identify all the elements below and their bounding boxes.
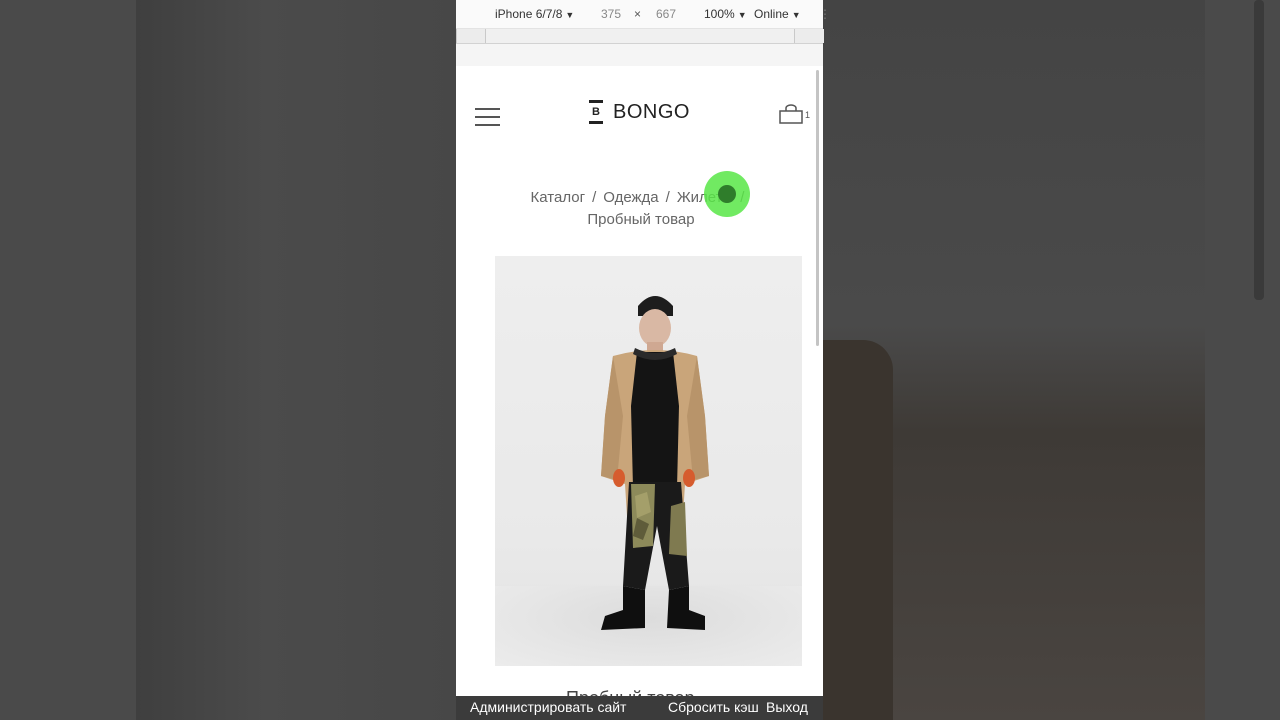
hamburger-menu-icon[interactable]: [475, 108, 501, 128]
outer-scrollbar[interactable]: [1254, 0, 1264, 300]
admin-site-button[interactable]: Администрировать сайт: [470, 699, 626, 715]
cart-button[interactable]: 1: [779, 104, 811, 126]
viewport-scrollbar[interactable]: [816, 70, 819, 346]
backdrop-right-edge: [1205, 0, 1280, 720]
more-options-icon[interactable]: ⋮: [819, 7, 831, 21]
device-width-input[interactable]: 375: [601, 7, 621, 21]
device-toolbar: iPhone 6/7/8 ▼ 375 × 667 100% ▼ Online ▼ ⋮: [456, 0, 831, 29]
mobile-viewport: B BONGO 1 Каталог/Одежда/Жилеты/ Пробный…: [456, 66, 823, 720]
logo-mark-letter: B: [592, 106, 600, 118]
shopping-bag-icon: [779, 104, 803, 124]
network-select[interactable]: Online ▼: [754, 7, 801, 21]
click-indicator: [704, 171, 750, 217]
backdrop-left-edge: [0, 0, 136, 720]
device-select[interactable]: iPhone 6/7/8 ▼: [495, 7, 574, 21]
media-query-ruler: [456, 29, 824, 44]
logout-button[interactable]: Выход: [766, 699, 808, 715]
product-image[interactable]: [495, 256, 802, 666]
cart-count-badge: 1: [805, 110, 811, 120]
model-figure: [601, 296, 709, 630]
ruler-gap: [456, 44, 823, 66]
breadcrumb-catalog[interactable]: Каталог: [531, 189, 586, 206]
admin-bar: Администрировать сайт Сбросить кэш Выход: [456, 696, 823, 720]
reset-cache-button[interactable]: Сбросить кэш: [668, 699, 759, 715]
dimension-separator: ×: [634, 7, 642, 21]
ruler-segment[interactable]: [794, 29, 824, 43]
device-height-input[interactable]: 667: [656, 7, 676, 21]
ruler-segment[interactable]: [485, 29, 794, 43]
ruler-segment[interactable]: [456, 29, 485, 43]
zoom-select[interactable]: 100% ▼: [704, 7, 747, 21]
backdrop-blurred-figure: [823, 340, 893, 720]
logo-text: BONGO: [613, 100, 690, 123]
breadcrumb-current: Пробный товар: [587, 211, 695, 228]
backdrop-left: [136, 0, 456, 720]
breadcrumb-clothing[interactable]: Одежда: [603, 189, 658, 206]
site-logo[interactable]: B BONGO: [589, 99, 690, 125]
bongo-logo-icon: B: [589, 100, 603, 124]
